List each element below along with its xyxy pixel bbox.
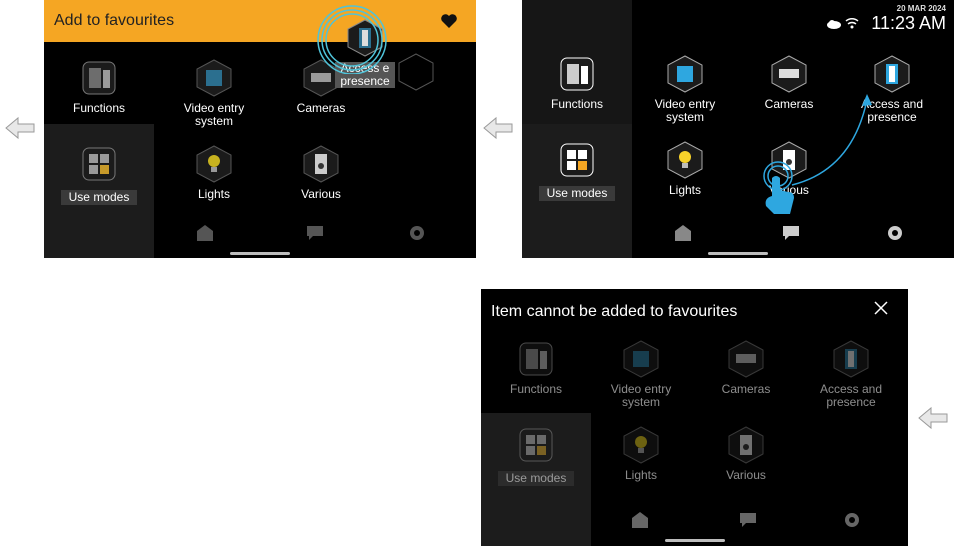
lights-item[interactable]: Lights (159, 144, 269, 201)
home-icon[interactable] (631, 511, 649, 529)
door-icon (872, 54, 912, 94)
modes-grid-icon (516, 425, 556, 465)
header-title: Item cannot be added to favourites (491, 303, 738, 320)
cameras-item[interactable]: Cameras (691, 339, 801, 396)
left-panel (522, 0, 632, 258)
screen-add-favourites: Add to favourites Functions Video entry … (44, 0, 476, 258)
home-indicator[interactable] (665, 539, 725, 542)
screen-home: 20 MAR 2024 11:23 AM Functions Video ent… (522, 0, 954, 258)
doorbell-icon (726, 425, 766, 465)
header-title: Add to favourites (54, 12, 175, 29)
door-icon (831, 339, 871, 379)
cloud-icon (827, 20, 841, 29)
arrow-left-icon (5, 116, 35, 140)
lights-item[interactable]: Lights (586, 425, 696, 482)
chat-icon[interactable] (782, 224, 800, 242)
home-icon[interactable] (674, 224, 692, 242)
touch-hand-icon (763, 161, 794, 214)
camera-icon (769, 54, 809, 94)
favourites-header: Add to favourites (44, 0, 476, 42)
video-entry-item[interactable]: Video entry system (586, 339, 696, 409)
various-item[interactable]: Various (691, 425, 801, 482)
chat-icon[interactable] (306, 224, 324, 242)
screen-cannot-add: Item cannot be added to favourites Funct… (481, 289, 908, 546)
intercom-handset-icon (516, 339, 556, 379)
settings-icon[interactable] (843, 511, 861, 529)
monitor-icon (665, 54, 705, 94)
time-label: 11:23 AM (871, 13, 946, 33)
various-item[interactable]: Various (266, 144, 376, 201)
arrow-left-icon (918, 406, 948, 430)
settings-icon[interactable] (408, 224, 426, 242)
video-entry-item[interactable]: Video entry system (159, 58, 269, 128)
video-entry-label: Video entry system (183, 101, 245, 128)
arrow-left-icon (483, 116, 513, 140)
wifi-icon (845, 17, 859, 29)
use-modes-item[interactable]: Use modes (481, 425, 591, 487)
functions-item[interactable]: Functions (481, 339, 591, 396)
home-indicator[interactable] (230, 252, 290, 255)
modes-grid-icon (79, 144, 119, 184)
intercom-handset-icon (79, 58, 119, 98)
intercom-handset-icon (557, 54, 597, 94)
error-header: Item cannot be added to favourites (481, 289, 908, 329)
modes-grid-icon (557, 140, 597, 180)
close-icon[interactable] (874, 301, 888, 315)
empty-slot-hex (398, 53, 434, 91)
lights-item[interactable]: Lights (630, 140, 740, 197)
use-modes-item[interactable]: Use modes (44, 144, 154, 206)
functions-item[interactable]: Functions (44, 58, 154, 115)
chat-icon[interactable] (739, 511, 757, 529)
heart-icon[interactable] (440, 13, 458, 29)
monitor-icon (194, 58, 234, 98)
monitor-icon (621, 339, 661, 379)
date-label: 20 MAR 2024 (896, 4, 946, 13)
use-modes-item[interactable]: Use modes (522, 140, 632, 202)
functions-item[interactable]: Functions (522, 54, 632, 111)
access-item[interactable]: Access and presence (796, 339, 906, 409)
home-icon[interactable] (196, 224, 214, 242)
doorbell-icon (301, 144, 341, 184)
settings-icon[interactable] (886, 224, 904, 242)
home-indicator[interactable] (708, 252, 768, 255)
drag-ripple-icon (317, 5, 387, 74)
camera-icon (726, 339, 766, 379)
bulb-icon (621, 425, 661, 465)
bulb-icon (665, 140, 705, 180)
video-entry-item[interactable]: Video entry system (630, 54, 740, 124)
bulb-icon (194, 144, 234, 184)
